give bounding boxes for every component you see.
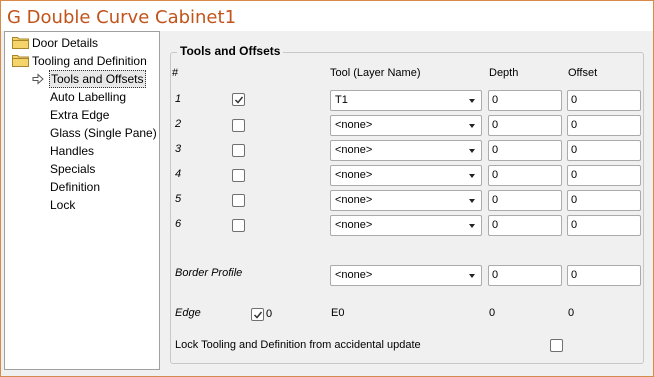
- tree-item-definition[interactable]: Definition: [9, 178, 157, 196]
- row-number: 6: [175, 218, 182, 230]
- folder-icon: [12, 55, 29, 67]
- tree-item-label: Specials: [50, 162, 96, 176]
- tool-select-value: <none>: [335, 144, 373, 156]
- tool-select[interactable]: <none>: [330, 165, 482, 186]
- folder-icon: [12, 37, 29, 49]
- tool-select-value: <none>: [335, 219, 373, 231]
- tree-item-label: Auto Labelling: [50, 90, 127, 104]
- header-depth: Depth: [489, 67, 519, 79]
- tree-item-label: Definition: [50, 180, 101, 194]
- depth-input[interactable]: 0: [488, 115, 562, 136]
- chevron-down-icon: [469, 99, 475, 103]
- tree-item-auto-labelling[interactable]: Auto Labelling: [9, 88, 157, 106]
- edge-depth-value: 0: [489, 307, 496, 319]
- tool-select-value: <none>: [335, 119, 373, 131]
- offset-input[interactable]: 0: [567, 115, 641, 136]
- tree-item-lock[interactable]: Lock: [9, 196, 157, 214]
- chevron-down-icon: [469, 174, 475, 178]
- border-profile-depth-input[interactable]: 0: [488, 265, 562, 286]
- offset-input[interactable]: 0: [567, 165, 641, 186]
- edge-tool-value: E0: [331, 307, 345, 319]
- row-number: 2: [175, 118, 182, 130]
- checkmark-icon: [234, 96, 244, 104]
- tree-item-label: Handles: [50, 144, 95, 158]
- depth-input[interactable]: 0: [488, 215, 562, 236]
- arrow-right-icon: [32, 73, 44, 85]
- header-number: #: [172, 67, 179, 79]
- tree-item-label: Glass (Single Pane): [50, 126, 157, 140]
- tree-item-label: Tools and Offsets: [49, 70, 146, 88]
- chevron-down-icon: [469, 149, 475, 153]
- tool-select-value: <none>: [335, 194, 373, 206]
- row-number: 4: [175, 168, 182, 180]
- offset-input[interactable]: 0: [567, 215, 641, 236]
- tree-item-tooling-and-definition[interactable]: Tooling and Definition: [9, 52, 157, 70]
- title-bar: G Double Curve Cabinet1: [1, 1, 653, 31]
- checkmark-icon: [253, 311, 263, 319]
- chevron-down-icon: [469, 274, 475, 278]
- border-profile-label: Border Profile: [175, 267, 243, 279]
- lock-tooling-checkbox[interactable]: [550, 339, 563, 352]
- tool-enabled-checkbox[interactable]: [232, 194, 245, 207]
- tool-enabled-checkbox[interactable]: [232, 119, 245, 132]
- tool-select[interactable]: <none>: [330, 190, 482, 211]
- depth-input[interactable]: 0: [488, 90, 562, 111]
- tool-enabled-checkbox[interactable]: [232, 219, 245, 232]
- offset-input[interactable]: 0: [567, 140, 641, 161]
- tree-item-glass-single-pane[interactable]: Glass (Single Pane): [9, 124, 157, 142]
- tool-enabled-checkbox[interactable]: [232, 144, 245, 157]
- tool-select-value: T1: [335, 94, 348, 106]
- dialog-window: G Double Curve Cabinet1 Door Details Too…: [0, 0, 654, 377]
- border-profile-select[interactable]: <none>: [330, 265, 482, 286]
- tree-item-label: Extra Edge: [50, 108, 110, 122]
- chevron-down-icon: [469, 224, 475, 228]
- tree-item-door-details[interactable]: Door Details: [9, 34, 157, 52]
- tool-select[interactable]: <none>: [330, 215, 482, 236]
- chevron-down-icon: [469, 199, 475, 203]
- tool-select[interactable]: T1: [330, 90, 482, 111]
- edge-checkbox[interactable]: [251, 308, 264, 321]
- border-profile-select-value: <none>: [335, 269, 373, 281]
- tool-select[interactable]: <none>: [330, 140, 482, 161]
- offset-input[interactable]: 0: [567, 190, 641, 211]
- tree-item-specials[interactable]: Specials: [9, 160, 157, 178]
- tree-item-extra-edge[interactable]: Extra Edge: [9, 106, 157, 124]
- tree-item-label: Door Details: [32, 36, 99, 50]
- header-tool: Tool (Layer Name): [330, 67, 421, 79]
- groupbox-title: Tools and Offsets: [177, 44, 284, 58]
- navigation-tree: Door Details Tooling and Definition Tool…: [4, 31, 160, 370]
- chevron-down-icon: [469, 124, 475, 128]
- edge-label: Edge: [175, 307, 201, 319]
- offset-input[interactable]: 0: [567, 90, 641, 111]
- tree-item-label: Tooling and Definition: [32, 54, 147, 68]
- tree-item-tools-and-offsets[interactable]: Tools and Offsets: [9, 70, 157, 88]
- depth-input[interactable]: 0: [488, 190, 562, 211]
- row-number: 3: [175, 143, 182, 155]
- tree-item-label: Lock: [50, 198, 76, 212]
- header-offset: Offset: [568, 67, 598, 79]
- depth-input[interactable]: 0: [488, 165, 562, 186]
- lock-tooling-label: Lock Tooling and Definition from acciden…: [175, 339, 421, 351]
- row-number: 5: [175, 193, 182, 205]
- tool-select-value: <none>: [335, 169, 373, 181]
- row-number: 1: [175, 93, 182, 105]
- tool-enabled-checkbox[interactable]: [232, 93, 245, 106]
- tree-item-handles[interactable]: Handles: [9, 142, 157, 160]
- border-profile-offset-input[interactable]: 0: [567, 265, 641, 286]
- tool-select[interactable]: <none>: [330, 115, 482, 136]
- tool-enabled-checkbox[interactable]: [232, 169, 245, 182]
- edge-offset-value: 0: [568, 307, 575, 319]
- depth-input[interactable]: 0: [488, 140, 562, 161]
- window-title: G Double Curve Cabinet1: [7, 7, 237, 28]
- edge-count: 0: [266, 308, 273, 320]
